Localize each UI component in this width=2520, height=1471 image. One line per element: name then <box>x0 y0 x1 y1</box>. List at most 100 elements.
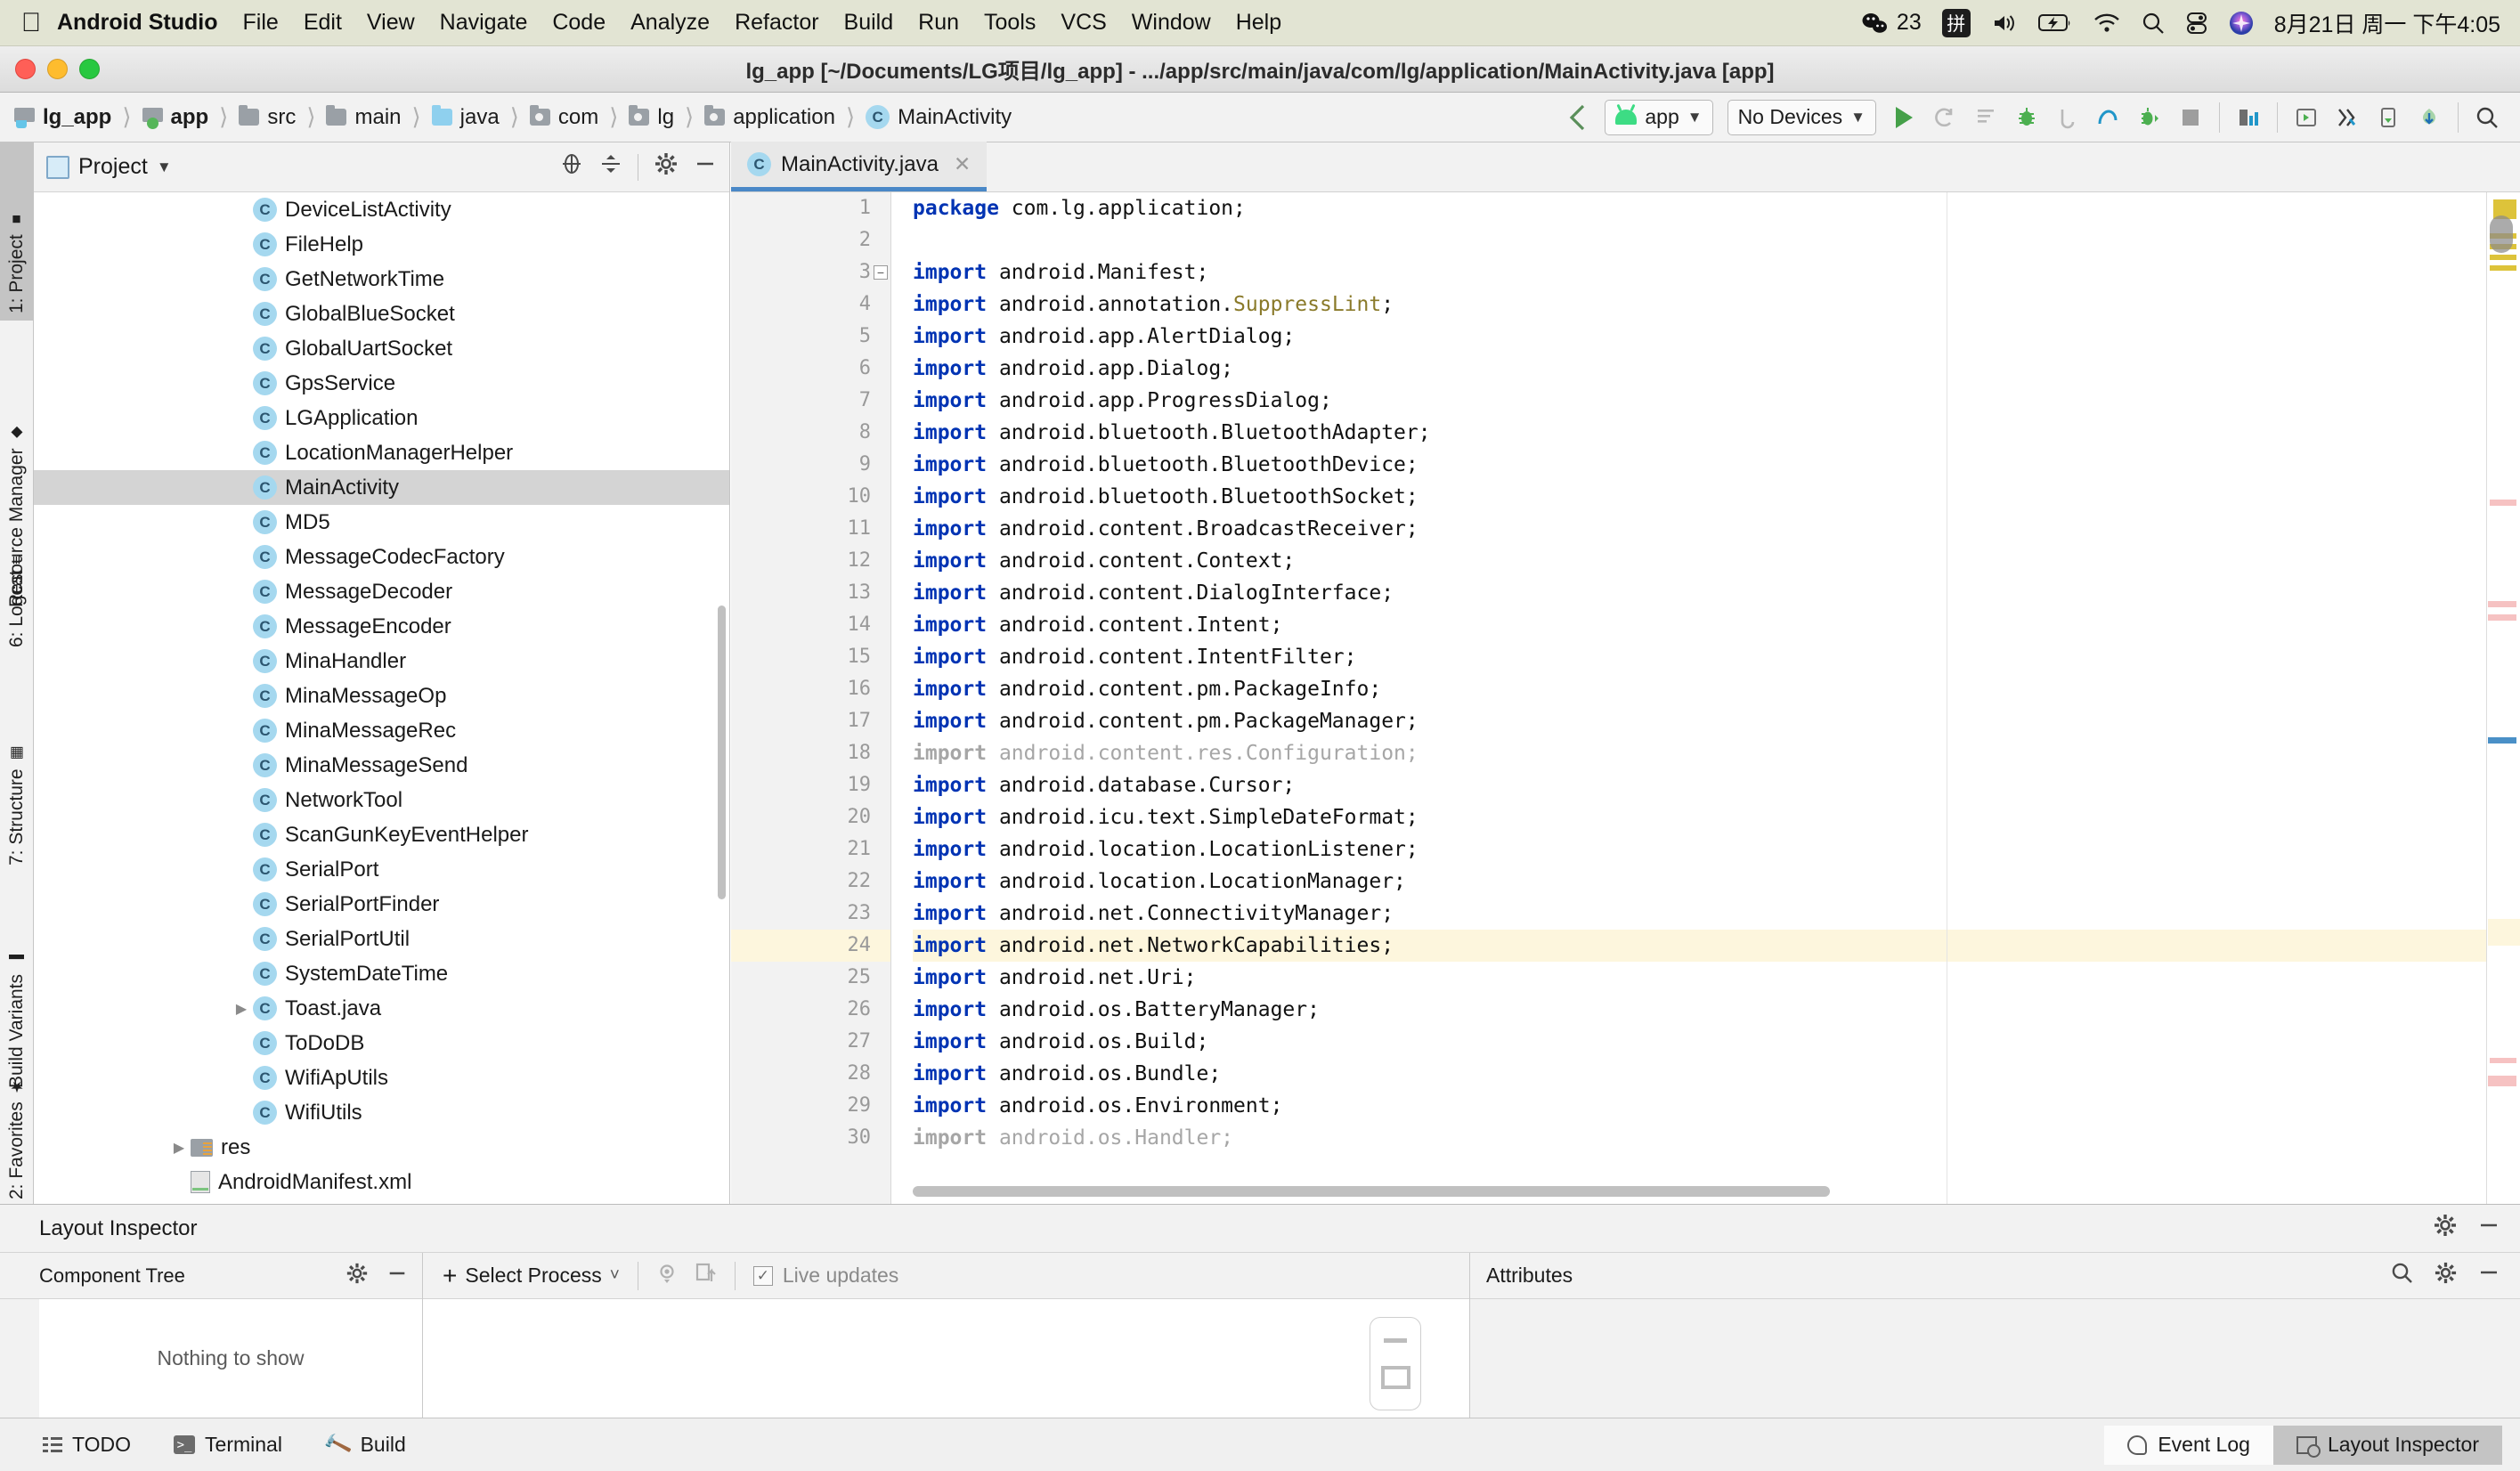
tree-item-lgapplication[interactable]: C LGApplication <box>34 401 729 435</box>
status-terminal-button[interactable]: >_ Terminal <box>152 1418 304 1471</box>
menu-tools[interactable]: Tools <box>984 10 1036 36</box>
menu-analyze[interactable]: Analyze <box>630 10 710 36</box>
tree-item-res[interactable]: ▶ res <box>34 1130 729 1165</box>
spotlight-search-icon[interactable] <box>2142 12 2165 35</box>
menu-help[interactable]: Help <box>1236 10 1281 36</box>
warning-marker[interactable] <box>2490 255 2516 260</box>
menu-bar-clock[interactable]: 8月21日 周一 下午4:05 <box>2274 7 2500 39</box>
code-line[interactable]: import android.content.DialogInterface; <box>913 577 2520 609</box>
attach-debugger-icon[interactable] <box>2047 97 2088 138</box>
minimize-icon[interactable] <box>694 152 717 182</box>
tree-item-tododb[interactable]: C ToDoDB <box>34 1026 729 1061</box>
code-line[interactable]: import android.location.LocationManager; <box>913 866 2520 898</box>
wifi-icon[interactable] <box>2093 12 2121 34</box>
tree-item-messagecodecfactory[interactable]: C MessageCodecFactory <box>34 540 729 574</box>
minimize-icon[interactable] <box>386 1263 408 1289</box>
breadcrumb-item-mainactivity[interactable]: C MainActivity <box>866 105 1012 130</box>
settings-gear-icon[interactable] <box>2434 1261 2458 1291</box>
run-icon[interactable] <box>1883 97 1924 138</box>
code-line[interactable]: package com.lg.application; <box>913 192 2520 224</box>
live-updates-toggle[interactable]: ✓ Live updates <box>752 1264 898 1288</box>
menu-file[interactable]: File <box>243 10 279 36</box>
ime-icon[interactable]: 拼 <box>1941 8 1971 37</box>
code-line[interactable]: import android.icu.text.SimpleDateFormat… <box>913 801 2520 833</box>
code-line[interactable]: import android.bluetooth.BluetoothDevice… <box>913 449 2520 481</box>
sidebar-item-structure[interactable]: 7: Structure ▦ <box>0 677 34 873</box>
sidebar-item-favorites[interactable]: 2: Favorites ★ <box>0 1037 34 1207</box>
highlight-line-marker[interactable] <box>2488 919 2520 946</box>
menu-edit[interactable]: Edit <box>304 10 342 36</box>
tree-item-scangunkeyeventhelper[interactable]: C ScanGunKeyEventHelper <box>34 817 729 852</box>
code-lines[interactable]: package com.lg.application; import androi… <box>891 192 2520 1204</box>
profiler-icon[interactable] <box>2088 97 2129 138</box>
code-line[interactable]: import android.os.BatteryManager; <box>913 994 2520 1026</box>
minimize-icon[interactable] <box>2477 1261 2500 1290</box>
settings-gear-icon[interactable] <box>2433 1213 2458 1244</box>
breadcrumb-item-application[interactable]: application <box>704 105 835 130</box>
close-icon[interactable]: ✕ <box>954 152 971 176</box>
code-line[interactable]: import android.net.Uri; <box>913 962 2520 994</box>
code-line[interactable] <box>913 224 2520 256</box>
tree-item-minamessagesend[interactable]: C MinaMessageSend <box>34 748 729 783</box>
tree-item-minamessagerec[interactable]: C MinaMessageRec <box>34 713 729 748</box>
code-line[interactable]: import android.content.IntentFilter; <box>913 641 2520 673</box>
layout-inspector-icon[interactable] <box>2327 97 2368 138</box>
code-line[interactable]: import android.os.Build; <box>913 1026 2520 1058</box>
sidebar-item-project[interactable]: 1: Project ■ <box>0 142 34 321</box>
code-line[interactable]: import android.app.ProgressDialog; <box>913 385 2520 417</box>
wechat-icon[interactable]: 23 <box>1862 10 1922 36</box>
tree-item-filehelp[interactable]: C FileHelp <box>34 227 729 262</box>
breadcrumb-item-java[interactable]: java <box>431 105 500 130</box>
warning-marker[interactable] <box>2490 265 2516 271</box>
control-center-icon[interactable] <box>2185 12 2208 35</box>
select-process-button[interactable]: + Select Process ˅ <box>443 1263 620 1288</box>
status-layout-inspector-button[interactable]: Layout Inspector <box>2272 1425 2502 1465</box>
code-line[interactable]: import android.database.Cursor; <box>913 769 2520 801</box>
tree-item-serialport[interactable]: C SerialPort <box>34 852 729 887</box>
code-line[interactable]: import android.os.Bundle; <box>913 1058 2520 1090</box>
menu-run[interactable]: Run <box>918 10 959 36</box>
collapse-all-icon[interactable] <box>599 151 622 183</box>
code-line[interactable]: import android.content.BroadcastReceiver… <box>913 513 2520 545</box>
volume-icon[interactable] <box>1991 12 2018 35</box>
code-line[interactable]: import android.bluetooth.BluetoothSocket… <box>913 481 2520 513</box>
editor-horizontal-scrollbar[interactable] <box>913 1186 1830 1197</box>
code-line[interactable]: import android.annotation.SuppressLint; <box>913 289 2520 321</box>
minimize-icon[interactable] <box>2477 1214 2500 1243</box>
debug-icon[interactable] <box>2006 97 2047 138</box>
tree-item-md5[interactable]: C MD5 <box>34 505 729 540</box>
project-file-tree[interactable]: C DeviceListActivity C FileHelp C GetNetworkT… <box>34 192 729 1204</box>
tree-item-mainactivity[interactable]: C MainActivity <box>34 470 729 505</box>
battery-icon[interactable] <box>2037 12 2072 34</box>
status-build-button[interactable]: 🔨 Build <box>304 1418 427 1471</box>
settings-gear-icon[interactable] <box>654 151 679 183</box>
run-coverage-icon[interactable] <box>2129 97 2170 138</box>
copy-layer-icon[interactable] <box>694 1262 717 1290</box>
settings-gear-icon[interactable] <box>345 1262 369 1290</box>
code-line[interactable]: import android.app.AlertDialog; <box>913 321 2520 353</box>
siri-icon[interactable] <box>2229 11 2254 36</box>
status-todo-button[interactable]: TODO <box>0 1418 152 1471</box>
expand-arrow-icon[interactable]: ▶ <box>230 1000 253 1018</box>
sdk-manager-icon[interactable] <box>2228 97 2269 138</box>
tree-item-getnetworktime[interactable]: C GetNetworkTime <box>34 262 729 297</box>
error-marker[interactable] <box>2488 614 2516 621</box>
error-marker[interactable] <box>2490 500 2516 506</box>
tree-item-messageencoder[interactable]: C MessageEncoder <box>34 609 729 644</box>
tree-item-wifiutils[interactable]: C WifiUtils <box>34 1095 729 1130</box>
apply-changes-icon[interactable] <box>1965 97 2006 138</box>
avd-manager-icon[interactable] <box>2286 97 2327 138</box>
tree-item-devicelistactivity[interactable]: C DeviceListActivity <box>34 192 729 227</box>
editor-marker-strip[interactable] <box>2486 192 2520 1204</box>
tree-item-gpsservice[interactable]: C GpsService <box>34 366 729 401</box>
breadcrumb-item-src[interactable]: src <box>239 105 296 130</box>
menu-view[interactable]: View <box>367 10 415 36</box>
breadcrumb-item-app[interactable]: app <box>142 105 208 130</box>
code-fold-icon[interactable]: − <box>874 265 888 280</box>
code-line[interactable]: import android.content.pm.PackageInfo; <box>913 673 2520 705</box>
code-line[interactable]: import android.net.ConnectivityManager; <box>913 898 2520 930</box>
tree-item-systemdatetime[interactable]: C SystemDateTime <box>34 956 729 991</box>
code-line[interactable]: import android.app.Dialog; <box>913 353 2520 385</box>
locate-icon[interactable] <box>559 151 584 183</box>
tree-item-minamessageop[interactable]: C MinaMessageOp <box>34 679 729 713</box>
